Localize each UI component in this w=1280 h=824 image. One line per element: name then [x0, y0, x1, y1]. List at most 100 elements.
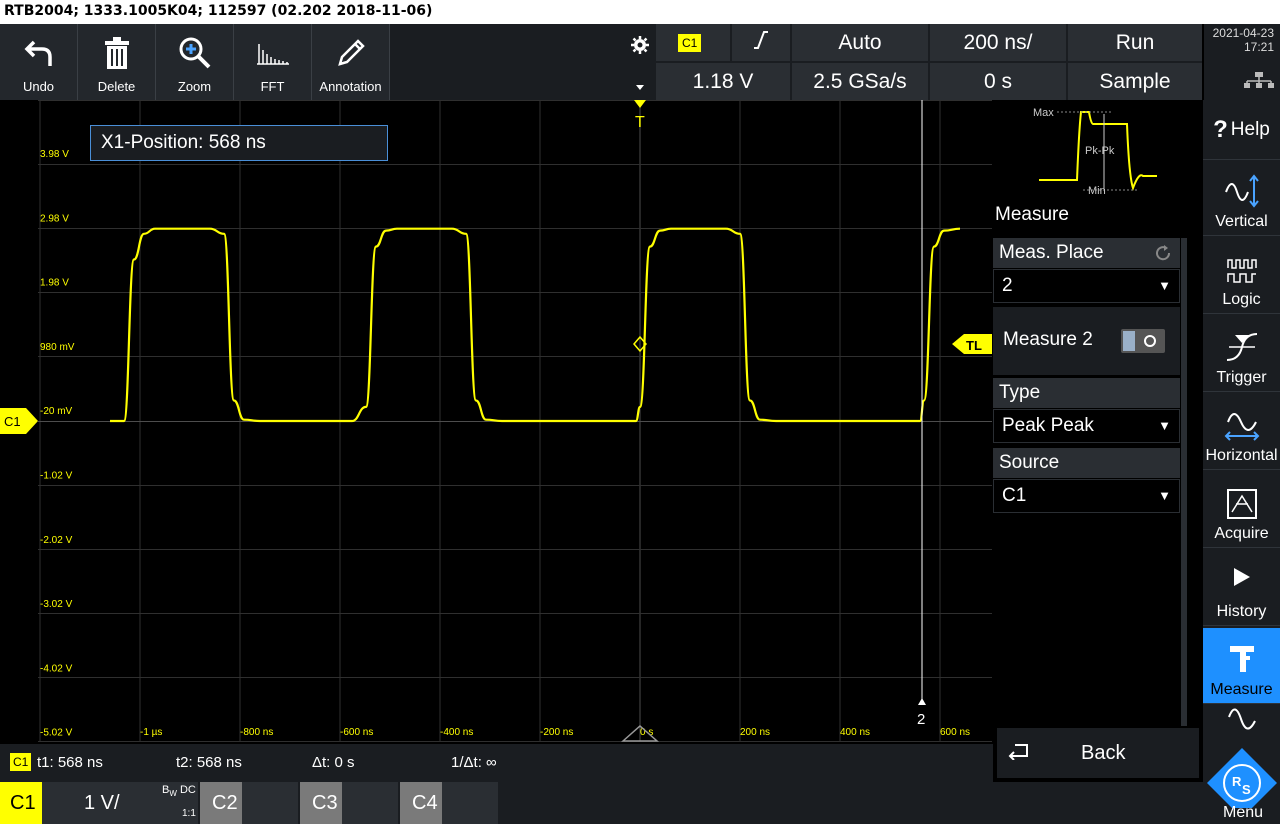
channel-c2-settings[interactable] [242, 782, 298, 824]
channel-c3-settings[interactable] [342, 782, 398, 824]
dropdown-arrow-icon[interactable] [636, 77, 644, 95]
delete-label: Delete [97, 79, 136, 94]
channel-c4-tab[interactable]: C4 [400, 782, 442, 824]
channel-c4-settings[interactable] [442, 782, 498, 824]
panel-title: Measure [995, 204, 1069, 225]
t1-readout: t1: 568 ns [37, 754, 103, 771]
toggle-off-icon [1144, 335, 1156, 347]
channel-offset-marker[interactable]: C1 [0, 406, 38, 436]
main-menu: ? Help Vertical Logic Trigger Horizontal… [1203, 100, 1280, 824]
run-state-cell[interactable]: Run [1068, 24, 1202, 61]
undo-label: Undo [22, 79, 55, 94]
meas-place-label: Meas. Place [999, 242, 1104, 263]
logic-icon [1226, 256, 1258, 291]
caliper-icon [1228, 642, 1256, 681]
menu-history[interactable]: History [1203, 550, 1280, 626]
vertical-label: Vertical [1215, 213, 1268, 230]
logic-label: Logic [1222, 291, 1261, 308]
y-axis-labels: 3.98 V 2.98 V 1.98 V 980 mV -20 mV -1.02 V -2.… [40, 149, 75, 739]
x-axis-label: -1 µs [140, 727, 162, 738]
y-axis-label: -20 mV [40, 406, 73, 417]
cursor-readout-bar: C1 t1: 568 ns t2: 568 ns Δt: 0 s 1/Δt: ∞ [0, 744, 993, 782]
measurement-thumbnail: Max Pk-Pk Min Measure [993, 100, 1203, 236]
trigger-source-cell[interactable]: C1 [656, 24, 730, 61]
help-label: Help [1230, 118, 1270, 140]
undo-button[interactable]: Undo [0, 24, 78, 100]
measure-toggle-row[interactable]: Measure 2 [993, 307, 1180, 375]
type-select[interactable]: Peak Peak ▼ [993, 409, 1180, 443]
trigger-mode-cell[interactable]: Auto [792, 24, 928, 61]
channel-c3-tab[interactable]: C3 [300, 782, 342, 824]
play-icon [1233, 568, 1250, 591]
x-axis-label: -800 ns [240, 727, 273, 738]
x-axis-label: -400 ns [440, 727, 473, 738]
y-axis-label: -3.02 V [40, 599, 73, 610]
network-icon [1204, 72, 1274, 91]
trash-icon [104, 33, 130, 73]
refresh-icon[interactable] [1154, 244, 1172, 268]
menu-help[interactable]: ? Help [1203, 100, 1280, 160]
thumb-max-label: Max [1033, 107, 1054, 119]
annotation-button[interactable]: Annotation [312, 24, 390, 100]
trigger-level-marker[interactable]: TL [952, 334, 992, 354]
peak-peak-diagram: Max Pk-Pk Min [1033, 107, 1157, 197]
menu-vertical[interactable]: Vertical [1203, 160, 1280, 236]
menu-measure[interactable]: Measure [1203, 628, 1280, 704]
source-label: Source [999, 452, 1060, 473]
thumb-min-label: Min [1088, 185, 1106, 197]
y-axis-label: 3.98 V [40, 149, 69, 160]
channel-c2-tab[interactable]: C2 [200, 782, 242, 824]
channel-c1-settings[interactable]: 1 V/ BW DC 1:1 [42, 782, 198, 824]
waveform-svg: 3.98 V 2.98 V 1.98 V 980 mV -20 mV -1.02 V -2.… [38, 100, 992, 742]
gear-icon[interactable] [631, 35, 649, 59]
fft-icon [255, 33, 291, 73]
trigger-level-cell[interactable]: 1.18 V [656, 63, 790, 100]
datetime: 2021-04-23 17:21 [1204, 24, 1280, 100]
trigger-position-marker[interactable]: T [634, 100, 646, 131]
trigger-position-label: T [635, 114, 645, 131]
timebase-cell[interactable]: 200 ns/ [930, 24, 1066, 61]
c1-trace [110, 227, 961, 423]
sample-rate-cell[interactable]: 2.5 GSa/s [792, 63, 928, 100]
cursor-source-badge[interactable]: C1 [10, 753, 32, 771]
c1-scale: 1 V/ [84, 792, 120, 814]
undo-icon [24, 33, 54, 73]
menu-trigger[interactable]: Trigger [1203, 316, 1280, 392]
horizontal-icon [1224, 408, 1260, 447]
menu-math[interactable] [1203, 706, 1280, 746]
channel-offset-label: C1 [4, 414, 21, 429]
chevron-down-icon: ▼ [1158, 418, 1171, 433]
history-label: History [1216, 603, 1267, 620]
horizontal-position-cell[interactable]: 0 s [930, 63, 1066, 100]
window-title: RTB2004; 1333.1005K04; 112597 (02.202 20… [0, 0, 1280, 24]
zoom-button[interactable]: Zoom [156, 24, 234, 100]
menu-logic[interactable]: Logic [1203, 238, 1280, 314]
acquisition-mode-cell[interactable]: Sample [1068, 63, 1202, 100]
date: 2021-04-23 [1212, 26, 1274, 40]
svg-text:R: R [1232, 774, 1242, 789]
y-axis-label: 980 mV [40, 342, 75, 353]
status-panel: C1 Auto 200 ns/ Run 1.18 V 2.5 GSa/s 0 s… [656, 24, 1202, 100]
cursor-handle[interactable] [918, 698, 926, 705]
measure-toggle-switch[interactable] [1121, 329, 1165, 353]
menu-horizontal[interactable]: Horizontal [1203, 394, 1280, 470]
trigger-label: Trigger [1216, 369, 1267, 386]
annotation-label: Annotation [319, 79, 382, 94]
trigger-slope-cell[interactable] [732, 24, 790, 61]
acquire-icon [1226, 488, 1258, 525]
waveform-display[interactable]: 3.98 V 2.98 V 1.98 V 980 mV -20 mV -1.02 V -2.… [38, 100, 992, 742]
channel-c1-tab[interactable]: C1 [0, 782, 42, 824]
menu-acquire[interactable]: Acquire [1203, 472, 1280, 548]
y-axis-label: 1.98 V [40, 278, 69, 289]
rs-logo-icon: R S [1207, 748, 1277, 818]
meas-place-value: 2 [1002, 275, 1013, 296]
source-select[interactable]: C1 ▼ [993, 479, 1180, 513]
measure-label: Measure [1210, 681, 1273, 698]
fft-button[interactable]: FFT [234, 24, 312, 100]
menu-button[interactable]: R S Menu [1205, 746, 1280, 824]
panel-scrollbar[interactable] [1181, 238, 1187, 726]
meas-place-select[interactable]: 2 ▼ [993, 269, 1180, 303]
x-axis-label: -600 ns [340, 727, 373, 738]
back-button[interactable]: Back [997, 728, 1199, 778]
delete-button[interactable]: Delete [78, 24, 156, 100]
